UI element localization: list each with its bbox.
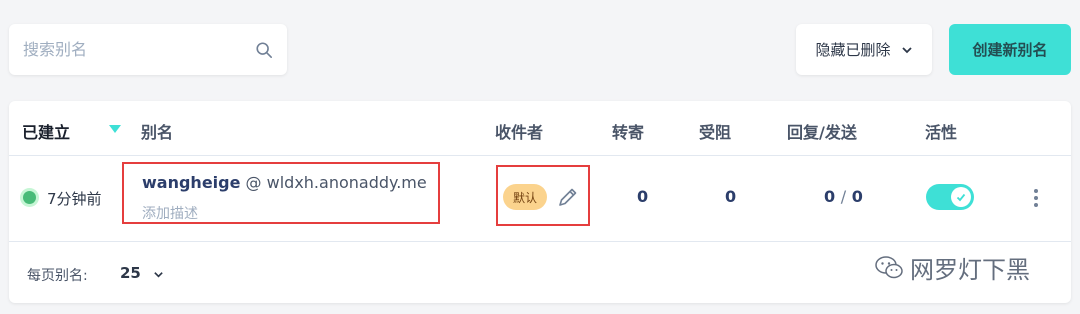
wechat-icon (875, 255, 903, 278)
header-forwarded[interactable]: 转寄 (612, 119, 644, 143)
header-alias[interactable]: 别名 (141, 119, 173, 143)
per-page-label: 每页别名: (27, 268, 88, 284)
search-icon[interactable] (255, 41, 273, 59)
status-dot (23, 191, 36, 204)
more-vertical-icon[interactable] (1030, 187, 1042, 209)
header-created[interactable]: 已建立 (22, 119, 70, 143)
alias-highlight-box: wangheige @ wldxh.anonaddy.me 添加描述 (122, 162, 440, 224)
deleted-filter-label: 隐藏已删除 (815, 41, 891, 59)
watermark-text: 网罗灯下黑 (910, 256, 1030, 284)
pencil-edit-icon[interactable] (556, 185, 580, 209)
per-page-select[interactable]: 25 (120, 264, 141, 282)
header-divider (9, 155, 1071, 156)
add-description-link[interactable]: 添加描述 (142, 203, 198, 223)
sent-count: 0 (851, 187, 863, 206)
search-input[interactable] (23, 40, 255, 59)
watermark: 网罗灯下黑 (874, 250, 1030, 285)
create-alias-button[interactable]: 创建新别名 (949, 24, 1071, 75)
default-recipient-badge: 默认 (503, 184, 547, 210)
header-blocked[interactable]: 受阻 (699, 119, 731, 143)
forwarded-count: 0 (637, 187, 649, 206)
chevron-down-icon[interactable] (153, 269, 164, 280)
search-box[interactable] (9, 24, 287, 75)
created-time: 7分钟前 (47, 190, 102, 208)
active-toggle[interactable] (926, 184, 974, 210)
alias-address[interactable]: wangheige @ wldxh.anonaddy.me (142, 173, 427, 192)
chevron-down-icon (901, 46, 912, 53)
recipient-highlight-box: 默认 (496, 165, 590, 226)
header-active[interactable]: 活性 (925, 119, 957, 143)
alias-local-part[interactable]: wangheige (142, 173, 240, 192)
blocked-count: 0 (725, 187, 737, 206)
alias-domain: @ wldxh.anonaddy.me (245, 173, 427, 192)
header-recipients[interactable]: 收件者 (495, 119, 543, 143)
replies-sent-count: 0 / 0 (824, 187, 863, 206)
row-divider (9, 241, 1071, 242)
header-replies-sent[interactable]: 回复/发送 (787, 119, 857, 143)
toggle-knob (951, 187, 971, 207)
sort-desc-icon[interactable] (109, 125, 121, 133)
replies-count: 0 (824, 187, 836, 206)
deleted-filter-select[interactable]: 隐藏已删除 (796, 24, 932, 75)
check-icon (956, 193, 966, 202)
replies-sent-separator: / (840, 187, 847, 206)
